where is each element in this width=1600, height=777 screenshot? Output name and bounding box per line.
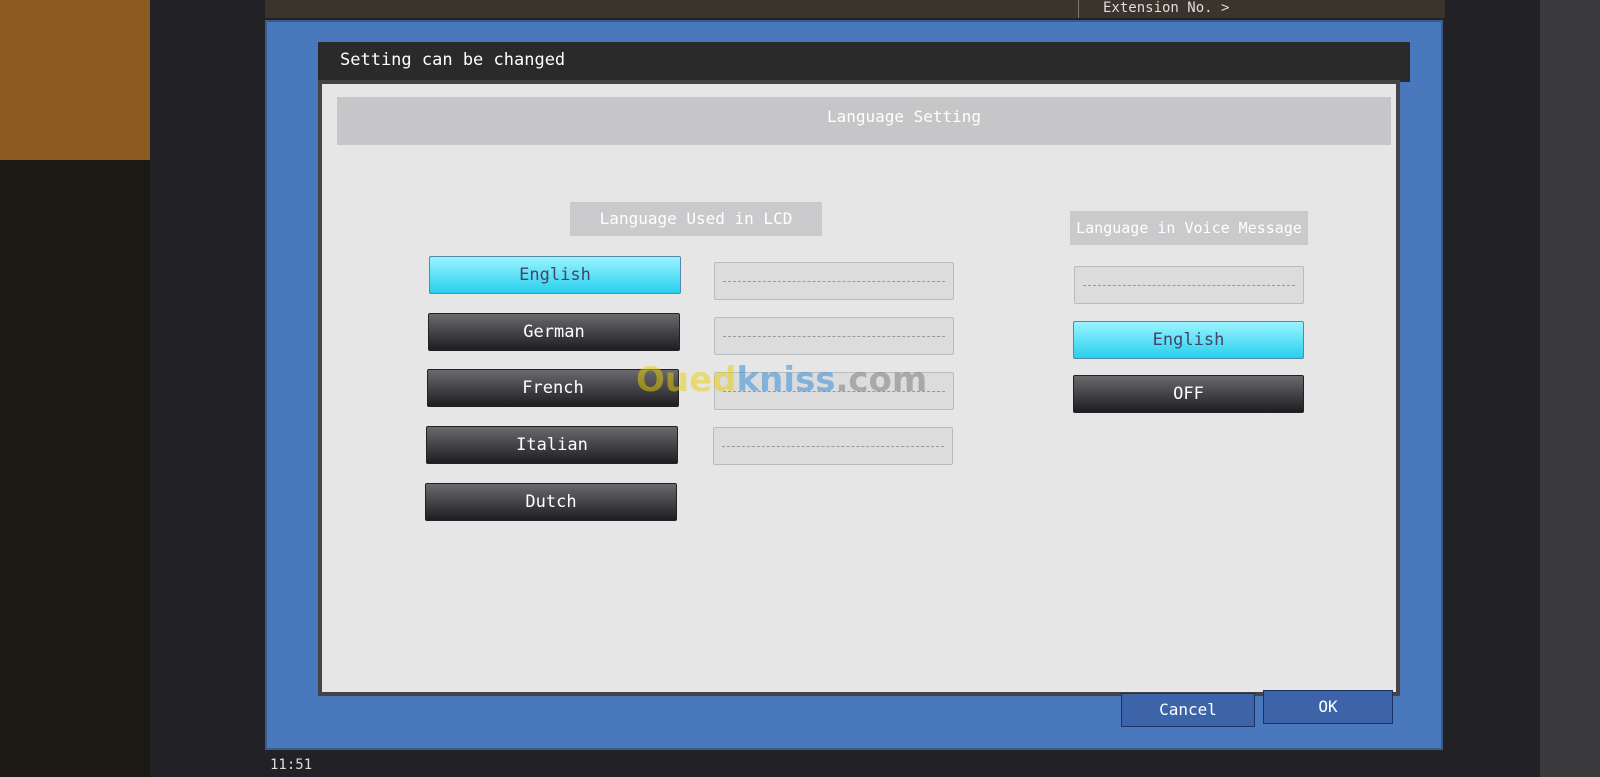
dialog-title: Setting can be changed xyxy=(318,42,1410,82)
empty-slot xyxy=(713,427,953,465)
status-bar: Extension No. > xyxy=(265,0,1445,18)
watermark-logo: Ouedkniss.com xyxy=(636,360,928,400)
voice-english-button[interactable]: English xyxy=(1073,321,1304,359)
voice-off-button[interactable]: OFF xyxy=(1073,375,1304,413)
background-wall xyxy=(0,0,160,160)
device-side xyxy=(1540,0,1600,777)
empty-slot xyxy=(1074,266,1304,304)
ok-button[interactable]: OK xyxy=(1263,690,1393,724)
lcd-dutch-button[interactable]: Dutch xyxy=(425,483,677,521)
empty-slot xyxy=(714,317,954,355)
clock: 11:51 xyxy=(270,757,313,773)
empty-slot xyxy=(714,262,954,300)
lcd-italian-button[interactable]: Italian xyxy=(426,426,678,464)
voice-language-label: Language in Voice Message xyxy=(1070,211,1308,245)
lcd-language-label: Language Used in LCD xyxy=(570,202,822,236)
lcd-english-button[interactable]: English xyxy=(429,256,681,294)
extension-number: Extension No. > xyxy=(1078,0,1438,18)
lcd-german-button[interactable]: German xyxy=(428,313,680,351)
cancel-button[interactable]: Cancel xyxy=(1121,693,1255,727)
section-header: Language Setting xyxy=(337,97,1391,145)
